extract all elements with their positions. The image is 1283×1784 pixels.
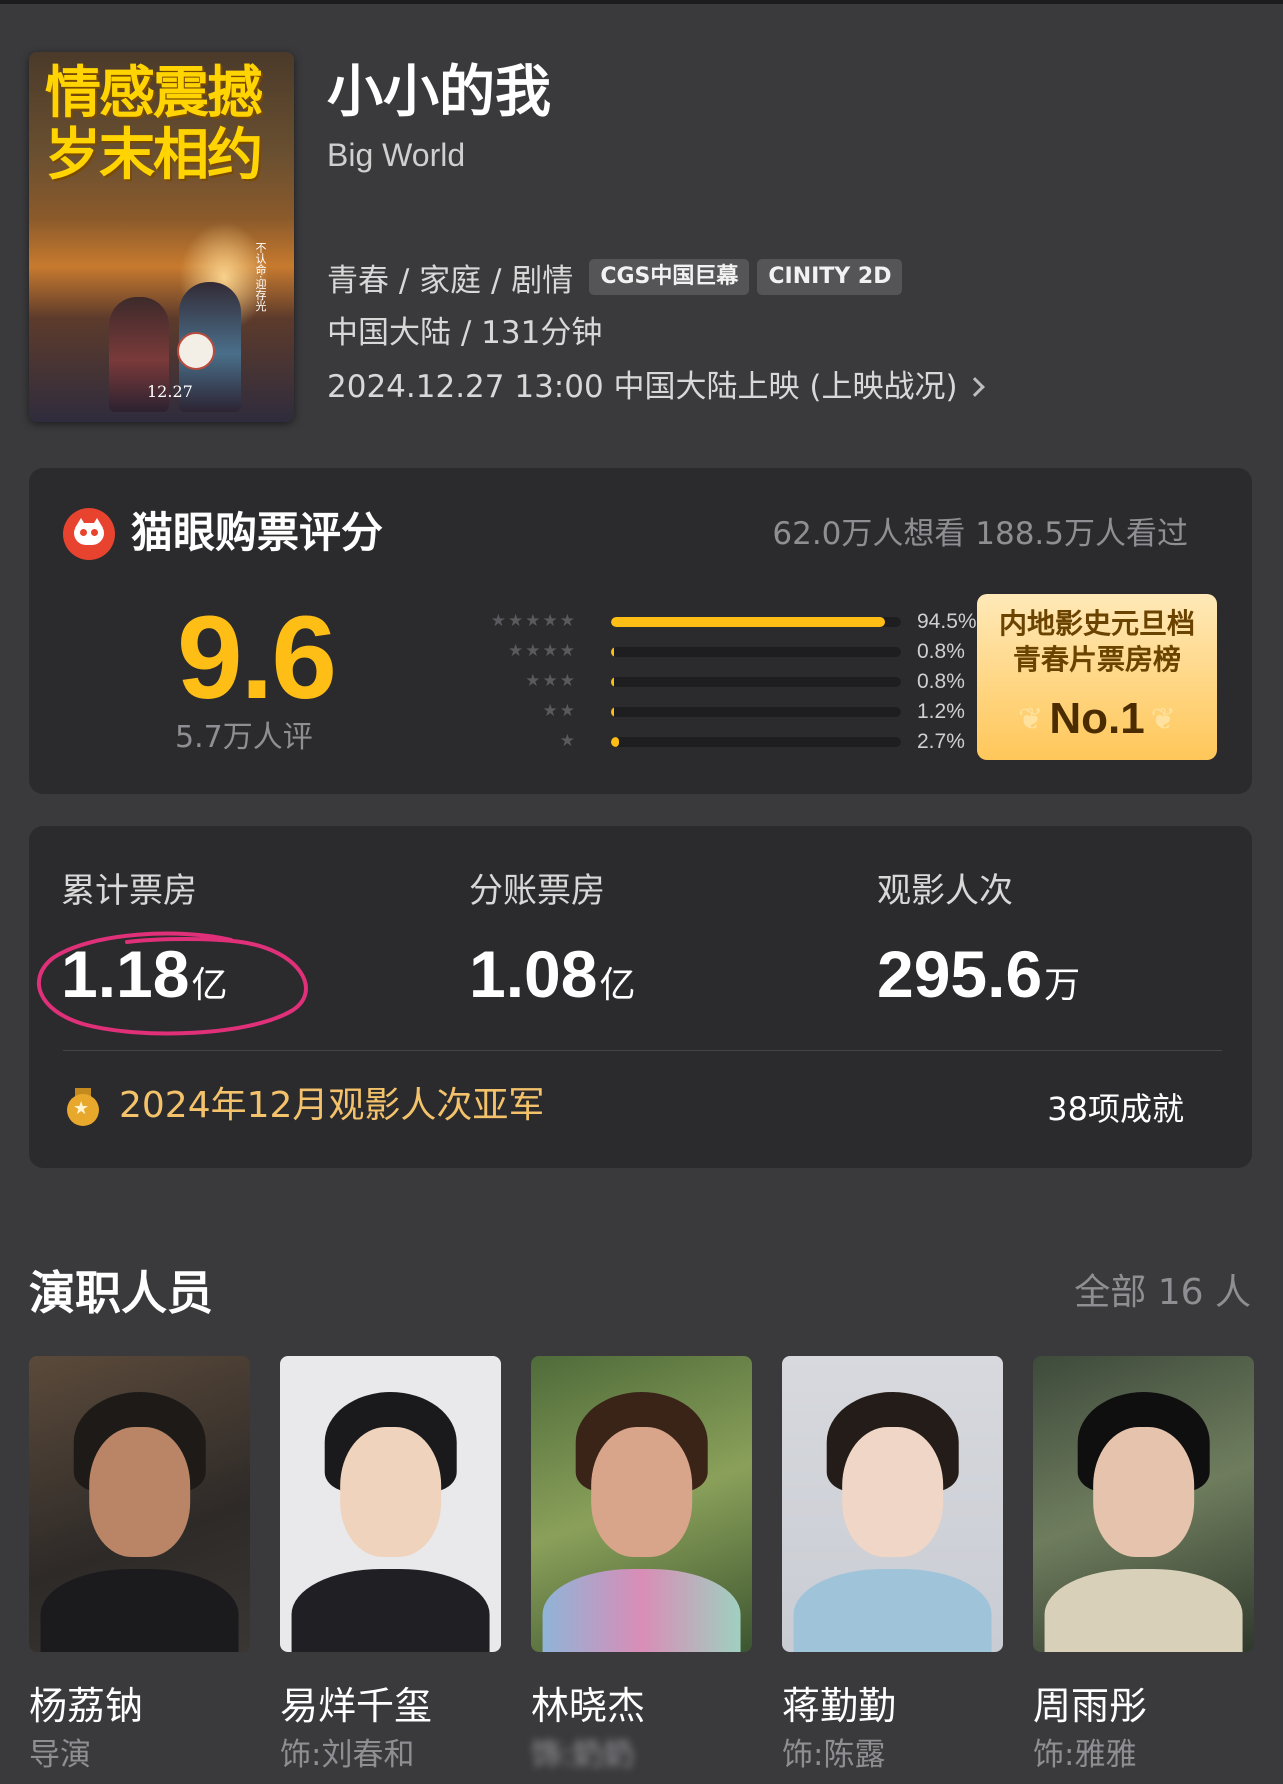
- movie-subtitle: Big World: [327, 137, 466, 173]
- cast-section-title: 演职人员: [29, 1266, 213, 1320]
- stars-icon: ★★★★: [508, 641, 577, 661]
- laurel-left-icon: ❦: [1018, 701, 1044, 737]
- poster-headline-1: 情感震撼: [45, 60, 263, 126]
- movie-region-runtime: 中国大陆 / 131分钟: [327, 315, 603, 351]
- rating-bar: [611, 647, 614, 657]
- rating-row-4: ★★★★ 0.8%: [469, 636, 989, 666]
- format-tag-cinity: CINITY 2D: [757, 259, 903, 295]
- audience-counts: 62.0万人想看 188.5万人看过: [772, 516, 1188, 552]
- genre-row: 青春 / 家庭 / 剧情 CGS中国巨幕 CINITY 2D: [327, 256, 903, 299]
- cast-photo: [280, 1356, 501, 1652]
- cast-role: 饰:陈露: [782, 1737, 886, 1773]
- cast-view-all-link[interactable]: 全部 16 人: [1074, 1268, 1251, 1318]
- cast-name: 易烊千玺: [280, 1684, 433, 1728]
- rating-count: 5.7万人评: [175, 720, 313, 755]
- handdrawn-circle-annotation: [36, 931, 308, 1036]
- movie-genres: 青春 / 家庭 / 剧情: [327, 262, 574, 299]
- rating-row-3: ★★★ 0.8%: [469, 666, 989, 696]
- rating-percent: 94.5%: [917, 610, 977, 633]
- stat-label: 观影人次: [877, 871, 1013, 911]
- rating-percent: 0.8%: [917, 670, 965, 693]
- cast-name: 蒋勤勤: [782, 1684, 897, 1728]
- status-strip: [0, 0, 1283, 4]
- box-office-rank-badge[interactable]: 内地影史元旦档 青春片票房榜 ❦ No.1 ❦: [977, 594, 1217, 760]
- medal-icon: ★: [65, 1088, 101, 1126]
- stat-unit: 亿: [599, 965, 636, 1006]
- rating-brand-title: 猫眼购票评分: [131, 508, 384, 557]
- rating-bar: [611, 617, 886, 627]
- award-text[interactable]: 2024年12月观影人次亚军: [119, 1082, 544, 1130]
- rating-row-2: ★★ 1.2%: [469, 696, 989, 726]
- cast-card[interactable]: 蒋勤勤 饰:陈露: [782, 1356, 1003, 1776]
- release-info-link[interactable]: 2024.12.27 13:00 中国大陆上映 (上映战况): [327, 366, 985, 408]
- rating-row-5: ★★★★★ 94.5%: [469, 606, 989, 636]
- cast-card[interactable]: 杨荔钠 导演: [29, 1356, 250, 1776]
- stat-unit: 万: [1044, 965, 1081, 1006]
- rating-distribution: ★★★★★ 94.5% ★★★★ 0.8% ★★★ 0.8% ★★ 1.2% ★…: [469, 606, 989, 756]
- rating-percent: 1.2%: [917, 700, 965, 723]
- stars-icon: ★★: [542, 701, 577, 721]
- stat-value: 295.6: [877, 937, 1043, 1011]
- rating-percent: 2.7%: [917, 730, 965, 753]
- cast-name: 林晓杰: [531, 1684, 646, 1728]
- chevron-right-icon: [964, 377, 985, 397]
- poster-drum: [177, 332, 215, 370]
- cast-photo: [29, 1356, 250, 1652]
- cast-role: 饰:刘春和: [280, 1737, 415, 1773]
- stat-label: 累计票房: [61, 871, 197, 911]
- movie-title: 小小的我: [327, 60, 551, 125]
- rating-bar: [611, 677, 614, 687]
- rating-card[interactable]: 猫眼购票评分 62.0万人想看 188.5万人看过 9.6 5.7万人评 ★★★…: [29, 468, 1252, 794]
- cast-photo: [1033, 1356, 1254, 1652]
- stars-icon: ★: [559, 731, 577, 751]
- release-info-text: 2024.12.27 13:00 中国大陆上映 (上映战况): [327, 369, 958, 405]
- rating-bar: [611, 737, 619, 747]
- stars-icon: ★★★★★: [490, 611, 577, 631]
- rating-bar: [611, 707, 615, 717]
- movie-poster[interactable]: 情感震撼 岁末相约 不认命·迎存光 12.27: [29, 52, 294, 422]
- rank-badge-line-1: 内地影史元旦档: [998, 607, 1195, 640]
- cast-card[interactable]: 易烊千玺 饰:刘春和: [280, 1356, 501, 1776]
- cast-role: 导演: [29, 1737, 91, 1773]
- split-box-office: 分账票房 1.08 亿: [469, 868, 635, 1012]
- rank-number: No.1: [1049, 694, 1145, 743]
- stars-icon: ★★★: [525, 671, 577, 691]
- cast-photo: [782, 1356, 1003, 1652]
- divider: [63, 1050, 1222, 1051]
- poster-headline-2: 岁末相约: [45, 122, 263, 188]
- maoyan-cat-icon: [63, 508, 115, 560]
- cast-photo: [531, 1356, 752, 1652]
- stat-label: 分账票房: [469, 871, 605, 911]
- cast-name: 杨荔钠: [29, 1684, 144, 1728]
- box-office-card[interactable]: 累计票房 1.18 亿 分账票房 1.08 亿 观影人次 295.6 万 ★ 2…: [29, 826, 1252, 1168]
- rank-badge-line-2: 青春片票房榜: [1012, 643, 1181, 676]
- cast-card[interactable]: 周雨彤 饰:雅雅: [1033, 1356, 1254, 1776]
- stat-value: 1.08: [469, 937, 598, 1011]
- poster-side-text: 不认命·迎存光: [254, 242, 267, 312]
- rating-percent: 0.8%: [917, 640, 965, 663]
- admissions: 观影人次 295.6 万: [877, 868, 1080, 1012]
- laurel-right-icon: ❦: [1150, 701, 1176, 737]
- cast-role: 饰:奶奶: [531, 1737, 635, 1773]
- cast-role: 饰:雅雅: [1033, 1737, 1137, 1773]
- achievements-link[interactable]: 38项成就: [1047, 1088, 1184, 1130]
- rating-score: 9.6: [177, 592, 337, 724]
- format-tag-cgs: CGS中国巨幕: [589, 259, 750, 295]
- cast-name: 周雨彤: [1033, 1684, 1148, 1728]
- cast-card[interactable]: 林晓杰 饰:奶奶: [531, 1356, 752, 1776]
- rating-row-1: ★ 2.7%: [469, 726, 989, 756]
- poster-date: 12.27: [147, 382, 193, 401]
